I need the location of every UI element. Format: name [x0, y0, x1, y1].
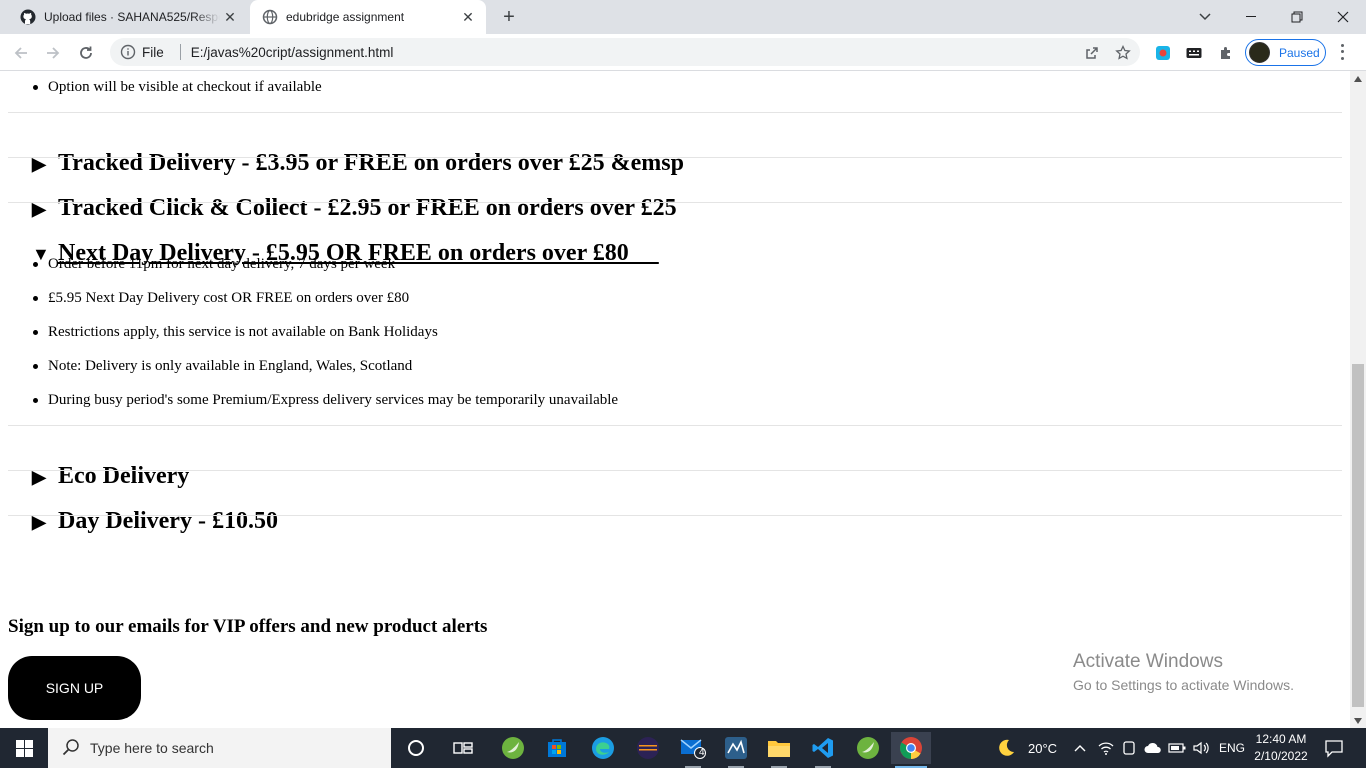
- search-placeholder: Type here to search: [90, 740, 214, 756]
- list-item: Order before 11pm for next day delivery,…: [32, 256, 396, 272]
- divider: [8, 157, 1342, 158]
- spring-tool-suite-icon[interactable]: [493, 732, 533, 764]
- eclipse-ide-icon[interactable]: [628, 732, 668, 764]
- file-explorer-icon[interactable]: [759, 732, 799, 768]
- details-summary-day-delivery[interactable]: ▶ Day Delivery - £10.50: [8, 479, 278, 564]
- battery-icon[interactable]: [1167, 732, 1187, 764]
- tab-search-chevron-icon[interactable]: [1182, 0, 1228, 34]
- list-item: During busy period's some Premium/Expres…: [32, 392, 619, 408]
- show-hidden-icons-chevron-icon[interactable]: [1070, 732, 1090, 764]
- signup-button[interactable]: SIGN UP: [8, 656, 141, 720]
- cortana-icon[interactable]: [396, 732, 436, 764]
- spring-tool-suite-icon[interactable]: [848, 732, 888, 764]
- tab-upload-files[interactable]: Upload files · SAHANA525/Respo ✕: [8, 0, 248, 34]
- reload-icon[interactable]: [73, 40, 99, 66]
- keyboard-extension-icon[interactable]: [1184, 43, 1204, 63]
- weather-temperature[interactable]: 20°C: [1028, 741, 1057, 756]
- list-item: Option will be visible at checkout if av…: [33, 79, 322, 95]
- close-window-icon[interactable]: [1320, 0, 1366, 34]
- divider: [179, 44, 181, 60]
- info-icon[interactable]: [120, 44, 136, 60]
- minimize-icon[interactable]: [1228, 0, 1274, 34]
- windows-start-icon[interactable]: [0, 728, 48, 768]
- forward-arrow-icon[interactable]: [40, 40, 66, 66]
- chrome-menu-icon[interactable]: [1336, 42, 1348, 62]
- mysql-workbench-icon[interactable]: [716, 732, 756, 768]
- chrome-browser-icon[interactable]: [891, 732, 931, 768]
- page-content: Option will be visible at checkout if av…: [0, 71, 1350, 728]
- device-icon[interactable]: [1120, 732, 1138, 764]
- weather-moon-icon[interactable]: [986, 732, 1026, 764]
- new-tab-plus-icon[interactable]: +: [498, 6, 520, 28]
- volume-icon[interactable]: [1190, 732, 1212, 764]
- windows-taskbar: Type here to search 4 20°C ENG 12:40 AM …: [0, 728, 1366, 768]
- edge-browser-icon[interactable]: [583, 732, 623, 764]
- input-language[interactable]: ENG: [1219, 741, 1245, 755]
- tab-title: edubridge assignment: [286, 10, 405, 24]
- scroll-up-arrow-icon[interactable]: [1354, 76, 1362, 82]
- details-summary-next-day-delivery[interactable]: ▼ Next Day Delivery - £5.95 OR FREE on or…: [8, 211, 659, 296]
- extensions-puzzle-icon[interactable]: [1216, 43, 1236, 63]
- activate-windows-title: Activate Windows: [1073, 651, 1223, 672]
- scroll-down-arrow-icon[interactable]: [1354, 718, 1362, 724]
- task-view-icon[interactable]: [443, 732, 483, 764]
- close-tab-icon[interactable]: ✕: [458, 7, 478, 27]
- signup-heading: Sign up to our emails for VIP offers and…: [8, 616, 488, 637]
- taskbar-search-box[interactable]: Type here to search: [48, 728, 391, 768]
- vertical-scrollbar[interactable]: [1350, 71, 1366, 728]
- screen-recorder-extension-icon[interactable]: [1153, 43, 1173, 63]
- scheme-label: File: [142, 44, 164, 60]
- search-icon: [62, 738, 80, 759]
- divider: [8, 112, 1342, 113]
- notification-center-icon[interactable]: [1324, 738, 1344, 758]
- vs-code-icon[interactable]: [803, 732, 843, 768]
- activate-windows-subtitle: Go to Settings to activate Windows.: [1073, 677, 1294, 693]
- taskbar-clock[interactable]: 12:40 AM 2/10/2022: [1250, 731, 1312, 765]
- summary-title: Day Delivery - £10.50: [58, 508, 278, 534]
- bookmark-star-icon[interactable]: [1113, 43, 1133, 63]
- divider: [8, 515, 1342, 516]
- globe-icon: [262, 9, 278, 25]
- profile-paused-button[interactable]: Paused: [1245, 39, 1326, 66]
- clock-time: 12:40 AM: [1255, 732, 1307, 746]
- disclosure-triangle-icon: ▶: [32, 512, 46, 532]
- github-icon: [20, 9, 36, 25]
- list-item: Note: Delivery is only available in Engl…: [32, 358, 413, 374]
- mail-icon[interactable]: 4: [673, 732, 713, 768]
- list-item: £5.95 Next Day Delivery cost OR FREE on …: [32, 290, 410, 306]
- divider: [8, 425, 1342, 426]
- close-tab-icon[interactable]: ✕: [220, 7, 240, 27]
- avatar: [1249, 42, 1270, 63]
- scrollbar-thumb[interactable]: [1352, 364, 1364, 707]
- onedrive-cloud-icon[interactable]: [1143, 732, 1163, 764]
- tab-edubridge-assignment[interactable]: edubridge assignment ✕: [250, 0, 486, 34]
- clock-date: 2/10/2022: [1254, 749, 1308, 763]
- back-arrow-icon[interactable]: [8, 40, 34, 66]
- profile-status: Paused: [1279, 45, 1320, 60]
- share-icon[interactable]: [1082, 43, 1102, 63]
- mail-badge-count: 4: [699, 747, 705, 758]
- tab-strip: Upload files · SAHANA525/Respo ✕ edubrid…: [0, 0, 1366, 34]
- divider: [8, 202, 1342, 203]
- restore-icon[interactable]: [1274, 0, 1320, 34]
- divider: [8, 470, 1342, 471]
- address-bar[interactable]: File E:/javas%20cript/assignment.html: [110, 38, 1140, 66]
- wifi-icon[interactable]: [1096, 732, 1116, 764]
- list-item: Restrictions apply, this service is not …: [33, 324, 438, 340]
- tab-title: Upload files · SAHANA525/Respo: [44, 10, 220, 24]
- microsoft-store-icon[interactable]: [537, 732, 577, 764]
- url-text[interactable]: E:/javas%20cript/assignment.html: [191, 45, 394, 60]
- browser-toolbar: File E:/javas%20cript/assignment.html Pa…: [0, 34, 1366, 71]
